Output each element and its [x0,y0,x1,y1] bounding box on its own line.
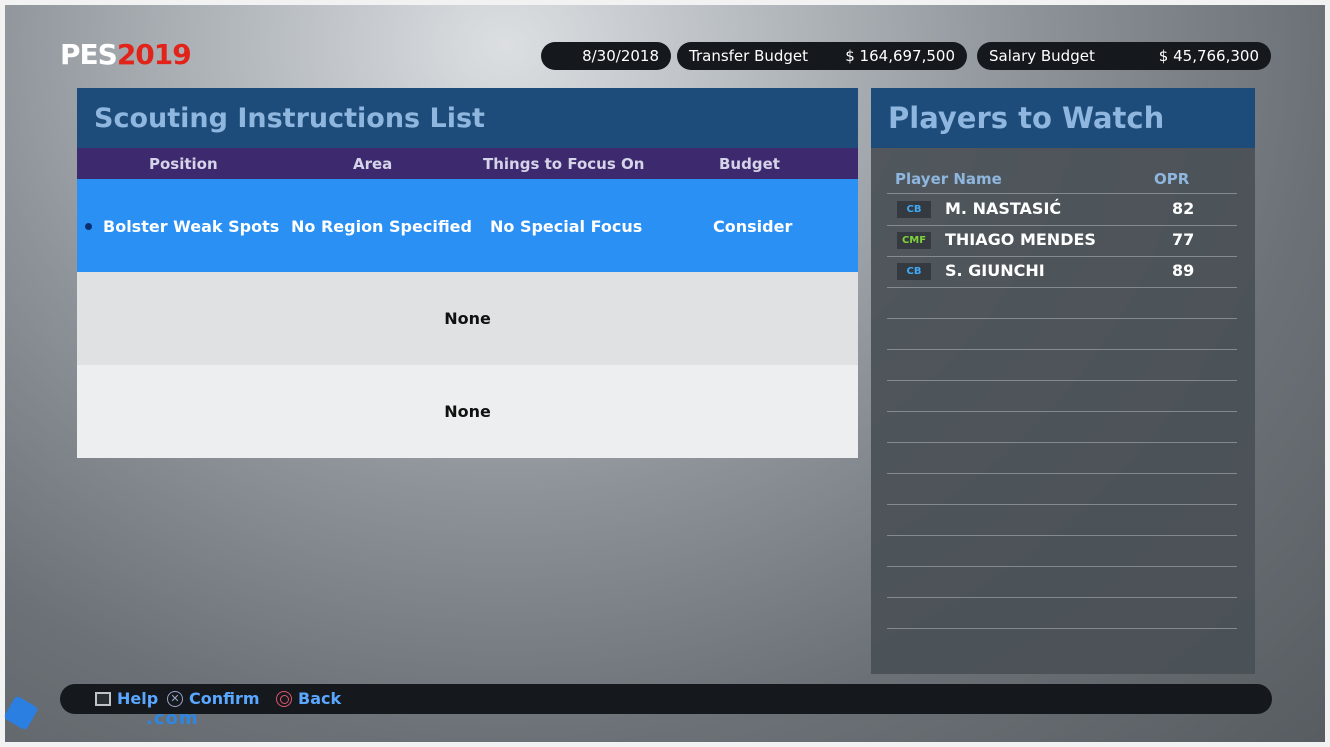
scouting-empty-row[interactable]: None [77,272,858,365]
empty-row-label: None [444,402,491,421]
player-row[interactable]: CB M. NASTASIĆ 82 [887,194,1237,225]
row-divider [887,473,1237,474]
row-divider [887,535,1237,536]
watermark-text: .com [146,708,199,729]
pes-logo: PES2019 [60,38,192,71]
date-pill: 8/30/2018 [541,42,671,70]
help-label: Help [117,689,159,708]
back-hint[interactable]: Back [276,689,341,708]
button-guide-bar: Help ✕ Confirm Back [60,684,1272,714]
row-divider [887,566,1237,567]
scouting-column-header: Position Area Things to Focus On Budget [77,148,858,179]
watermark-logo-icon [3,695,39,731]
transfer-budget-label: Transfer Budget [689,47,809,65]
position-badge: CB [897,263,931,280]
row-divider [887,318,1237,319]
player-opr: 82 [1172,199,1195,218]
logo-year: 2019 [116,38,192,71]
player-name: S. GIUNCHI [945,261,1045,280]
player-row[interactable]: CMF THIAGO MENDES 77 [887,225,1237,256]
player-name: THIAGO MENDES [945,230,1096,249]
player-opr: 89 [1172,261,1195,280]
instruction-area: No Region Specified [291,217,472,236]
scouting-title: Scouting Instructions List [77,88,858,148]
row-divider [887,411,1237,412]
scouting-instructions-panel: Scouting Instructions List Position Area… [77,88,858,458]
row-divider [887,504,1237,505]
salary-budget-value: $ 45,766,300 [1158,47,1259,65]
position-badge: CMF [897,232,931,249]
help-hint[interactable]: Help [95,689,158,708]
salary-budget-pill: Salary Budget $ 45,766,300 [977,42,1271,70]
col-position: Position [149,155,218,173]
scouting-empty-row[interactable]: None [77,365,858,458]
row-divider [887,628,1237,629]
players-to-watch-title: Players to Watch [871,88,1255,148]
col-opr: OPR [1154,170,1190,188]
back-label: Back [298,689,342,708]
row-divider [887,349,1237,350]
empty-row-label: None [444,309,491,328]
player-opr: 77 [1172,230,1195,249]
current-date: 8/30/2018 [582,47,659,65]
col-player-name: Player Name [895,170,1002,188]
instruction-position: Bolster Weak Spots [103,217,280,236]
salary-budget-label: Salary Budget [989,47,1095,65]
circle-button-icon [276,690,292,707]
row-divider [887,442,1237,443]
col-area: Area [353,155,393,173]
row-divider [887,380,1237,381]
confirm-hint[interactable]: ✕ Confirm [167,689,260,708]
players-to-watch-panel: Players to Watch Player Name OPR CB M. N… [871,88,1255,674]
player-row[interactable]: CB S. GIUNCHI 89 [887,256,1237,287]
transfer-budget-value: $ 164,697,500 [845,47,955,65]
col-focus: Things to Focus On [483,155,645,173]
selection-bullet-icon [85,223,92,230]
scouting-instruction-row[interactable]: Bolster Weak Spots No Region Specified N… [77,179,858,272]
confirm-label: Confirm [189,689,260,708]
col-budget: Budget [719,155,780,173]
cross-button-icon: ✕ [167,690,183,707]
touchpad-icon [95,691,111,706]
watermark [3,695,39,731]
transfer-budget-pill: Transfer Budget $ 164,697,500 [677,42,967,70]
position-badge: CB [897,201,931,218]
instruction-budget: Consider [713,217,793,236]
row-divider [887,597,1237,598]
logo-pes: PES [60,38,118,71]
row-divider [887,287,1237,288]
player-name: M. NASTASIĆ [945,199,1062,218]
instruction-focus: No Special Focus [490,217,643,236]
